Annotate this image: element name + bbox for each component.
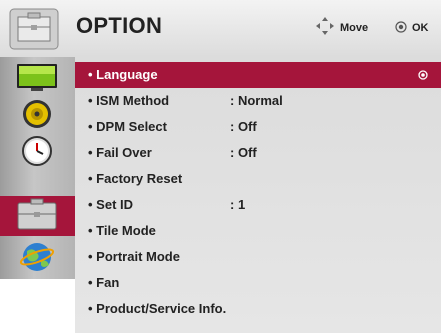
menu-item-label: • Product/Service Info. — [88, 301, 227, 316]
menu-item-fan[interactable]: • Fan — [75, 270, 441, 296]
clock-icon — [22, 136, 52, 166]
menu-item-factory-reset[interactable]: • Factory Reset — [75, 166, 441, 192]
toolbox-icon — [17, 198, 57, 230]
menu-item-fail-over[interactable]: • Fail Over : Off — [75, 140, 441, 166]
menu-item-ism-method[interactable]: • ISM Method : Normal — [75, 88, 441, 114]
menu-item-value: : Normal — [230, 93, 283, 108]
menu-item-set-id[interactable]: • Set ID : 1 — [75, 192, 441, 218]
menu-item-product-service-info[interactable]: • Product/Service Info. — [75, 296, 441, 322]
move-hint-label: Move — [340, 22, 369, 34]
tv-icon — [17, 64, 57, 91]
menu-item-label: • Portrait Mode — [88, 249, 180, 264]
ok-hint-label: OK — [412, 22, 429, 34]
tab-time[interactable] — [0, 133, 75, 170]
menu-item-label: • DPM Select — [88, 119, 167, 134]
option-menu-list: • Language • ISM Method : Normal • DPM S… — [75, 57, 441, 333]
tab-option[interactable] — [0, 196, 75, 236]
menu-header: OPTION Move OK — [0, 0, 441, 58]
menu-item-value: : 1 — [230, 197, 246, 212]
menu-item-portrait-mode[interactable]: • Portrait Mode — [75, 244, 441, 270]
tab-picture[interactable] — [0, 59, 75, 96]
menu-item-label: • Tile Mode — [88, 223, 156, 238]
ok-button-icon — [395, 21, 407, 33]
menu-item-label: • Fail Over — [88, 145, 152, 160]
menu-item-tile-mode[interactable]: • Tile Mode — [75, 218, 441, 244]
page-title: OPTION — [76, 13, 163, 38]
menu-item-label: • Set ID — [88, 197, 134, 212]
menu-item-label: • Language — [88, 67, 158, 82]
menu-item-value: : Off — [230, 145, 257, 160]
move-arrows-icon — [316, 17, 334, 35]
menu-item-label: • Factory Reset — [88, 171, 183, 186]
toolbox-icon — [9, 8, 59, 50]
menu-item-dpm-select[interactable]: • DPM Select : Off — [75, 114, 441, 140]
selected-indicator-icon — [418, 70, 428, 80]
menu-item-value: : Off — [230, 119, 257, 134]
globe-icon — [19, 243, 55, 271]
tab-audio[interactable] — [0, 96, 75, 133]
option-menu-panel: OPTION Move OK • Language • ISM Method:… — [0, 0, 441, 333]
menu-item-label: • ISM Method — [88, 93, 170, 108]
tab-network[interactable] — [0, 239, 75, 276]
menu-item-label: • Fan — [88, 275, 120, 290]
menu-item-language[interactable]: • Language — [75, 62, 441, 88]
category-tabs — [0, 57, 75, 279]
speaker-icon — [23, 100, 51, 128]
